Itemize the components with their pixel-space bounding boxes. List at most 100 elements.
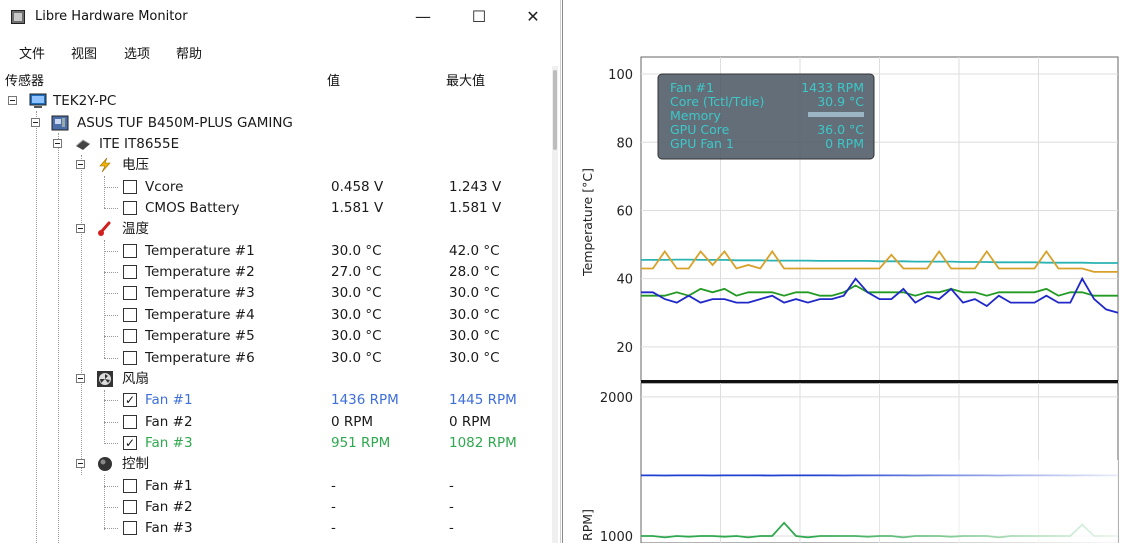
sensor-row[interactable]: Temperature #5 30.0 °C 30.0 °C <box>0 326 552 347</box>
sensor-max: 42.0 °C <box>449 241 500 262</box>
minimize-button[interactable]: — <box>401 3 445 31</box>
sensor-row[interactable]: Fan #2 0 RPM 0 RPM <box>0 412 552 433</box>
sensor-row[interactable]: Temperature #6 30.0 °C 30.0 °C <box>0 348 552 369</box>
group-label: 电压 <box>122 155 149 176</box>
sensor-max: - <box>449 518 454 539</box>
sensor-value: 0.458 V <box>331 177 383 198</box>
sensor-checkbox-checked[interactable]: ✓ <box>123 436 137 450</box>
sensor-checkbox[interactable] <box>123 180 137 194</box>
sensor-value: 30.0 °C <box>331 326 382 347</box>
chip-icon <box>74 136 92 152</box>
sensor-name: Temperature #4 <box>145 305 255 326</box>
sensor-value: 0 RPM <box>331 412 373 433</box>
sensor-plot[interactable]: 20406080100Temperature [°C]10002000RPM]F… <box>562 0 1137 543</box>
tree-node-mainboard[interactable]: ASUS TUF B450M-PLUS GAMING <box>0 113 552 134</box>
menu-help[interactable]: 帮助 <box>176 43 202 62</box>
legend-memory-bar <box>808 112 864 117</box>
column-sensor[interactable]: 传感器 <box>5 70 44 89</box>
sensor-tree: TEK2Y-PC ASUS TUF B450M-PLUS GAMING ITE … <box>0 90 552 543</box>
column-header: 传感器 值 最大值 <box>0 66 552 90</box>
control-knob-icon <box>96 456 114 472</box>
close-button[interactable]: ✕ <box>511 3 555 31</box>
scrollbar-thumb[interactable] <box>553 70 557 150</box>
sensor-checkbox[interactable] <box>123 329 137 343</box>
sensor-checkbox[interactable] <box>123 521 137 535</box>
collapse-icon[interactable] <box>31 118 40 127</box>
sensor-checkbox[interactable] <box>123 265 137 279</box>
sensor-checkbox[interactable] <box>123 500 137 514</box>
collapse-icon[interactable] <box>76 224 85 233</box>
collapse-icon[interactable] <box>76 160 85 169</box>
sensor-name: Vcore <box>145 177 183 198</box>
sensor-value: 1.581 V <box>331 198 383 219</box>
sensor-row[interactable]: Temperature #4 30.0 °C 30.0 °C <box>0 305 552 326</box>
mainboard-name: ASUS TUF B450M-PLUS GAMING <box>77 113 293 134</box>
sensor-name: Temperature #3 <box>145 283 255 304</box>
chart-legend: Fan #11433 RPMCore (Tctl/Tdie)30.9 °CMem… <box>658 74 874 159</box>
sensor-value: - <box>331 476 336 497</box>
tree-node-chip[interactable]: ITE IT8655E <box>0 134 552 155</box>
collapse-icon[interactable] <box>8 96 17 105</box>
lightning-icon <box>96 157 114 173</box>
sensor-row[interactable]: ✓ Fan #3 951 RPM 1082 RPM <box>0 433 552 454</box>
sensor-row[interactable]: Temperature #1 30.0 °C 42.0 °C <box>0 241 552 262</box>
menu-view[interactable]: 视图 <box>71 43 97 62</box>
tree-group-temperature[interactable]: 温度 <box>0 219 552 240</box>
legend-entry-value: 1433 RPM <box>801 80 864 95</box>
sensor-row[interactable]: CMOS Battery 1.581 V 1.581 V <box>0 198 552 219</box>
menu-options[interactable]: 选项 <box>124 43 150 62</box>
sensor-row[interactable]: Fan #1 - - <box>0 476 552 497</box>
legend-entry-name: GPU Fan 1 <box>670 136 734 151</box>
menu-file[interactable]: 文件 <box>19 43 45 62</box>
legend-entry-name: Core (Tctl/Tdie) <box>670 94 764 109</box>
sensor-row[interactable]: Temperature #3 30.0 °C 30.0 °C <box>0 283 552 304</box>
computer-icon <box>29 93 47 109</box>
sensor-row[interactable]: Vcore 0.458 V 1.243 V <box>0 177 552 198</box>
chip-name: ITE IT8655E <box>99 134 179 155</box>
fan-icon <box>96 371 114 387</box>
thermometer-icon <box>96 221 114 237</box>
sensor-max: 28.0 °C <box>449 262 500 283</box>
sensor-checkbox-checked[interactable]: ✓ <box>123 393 137 407</box>
sensor-max: 30.0 °C <box>449 348 500 369</box>
column-max[interactable]: 最大值 <box>446 70 485 89</box>
tree-group-voltage[interactable]: 电压 <box>0 155 552 176</box>
sensor-checkbox[interactable] <box>123 308 137 322</box>
tree-node-computer[interactable]: TEK2Y-PC <box>0 91 552 112</box>
sensor-name: Temperature #5 <box>145 326 255 347</box>
collapse-icon[interactable] <box>76 374 85 383</box>
legend-entry-value: 30.9 °C <box>817 94 864 109</box>
tree-group-fans[interactable]: 风扇 <box>0 369 552 390</box>
group-label: 温度 <box>122 219 149 240</box>
column-value[interactable]: 值 <box>327 70 340 89</box>
legend-entry-name: Memory <box>670 108 721 123</box>
y-tick-label: 100 <box>608 68 633 83</box>
sensor-row[interactable]: Fan #2 - - <box>0 497 552 518</box>
sensor-name: CMOS Battery <box>145 198 240 219</box>
group-label: 控制 <box>122 454 149 475</box>
sensor-checkbox[interactable] <box>123 286 137 300</box>
window-title: Libre Hardware Monitor <box>35 9 188 24</box>
sensor-name: Fan #2 <box>145 412 193 433</box>
title-bar[interactable]: Libre Hardware Monitor — ☐ ✕ <box>0 0 560 34</box>
sensor-name: Temperature #6 <box>145 348 255 369</box>
fade-overlay <box>812 460 1118 543</box>
sensor-checkbox[interactable] <box>123 351 137 365</box>
sensor-checkbox[interactable] <box>123 415 137 429</box>
sensor-checkbox[interactable] <box>123 479 137 493</box>
sensor-name: Temperature #2 <box>145 262 255 283</box>
collapse-icon[interactable] <box>76 459 85 468</box>
sensor-row[interactable]: ✓ Fan #1 1436 RPM 1445 RPM <box>0 390 552 411</box>
sensor-row[interactable]: Temperature #2 27.0 °C 28.0 °C <box>0 262 552 283</box>
sensor-value: - <box>331 518 336 539</box>
sensor-checkbox[interactable] <box>123 201 137 215</box>
sensor-checkbox[interactable] <box>123 244 137 258</box>
tree-group-control[interactable]: 控制 <box>0 454 552 475</box>
collapse-icon[interactable] <box>53 139 62 148</box>
vertical-scrollbar[interactable] <box>552 66 558 543</box>
maximize-button[interactable]: ☐ <box>457 3 501 31</box>
sensor-row[interactable]: Fan #3 - - <box>0 518 552 539</box>
sensor-max: 0 RPM <box>449 412 491 433</box>
sensor-value: 30.0 °C <box>331 348 382 369</box>
sensor-value: 30.0 °C <box>331 305 382 326</box>
